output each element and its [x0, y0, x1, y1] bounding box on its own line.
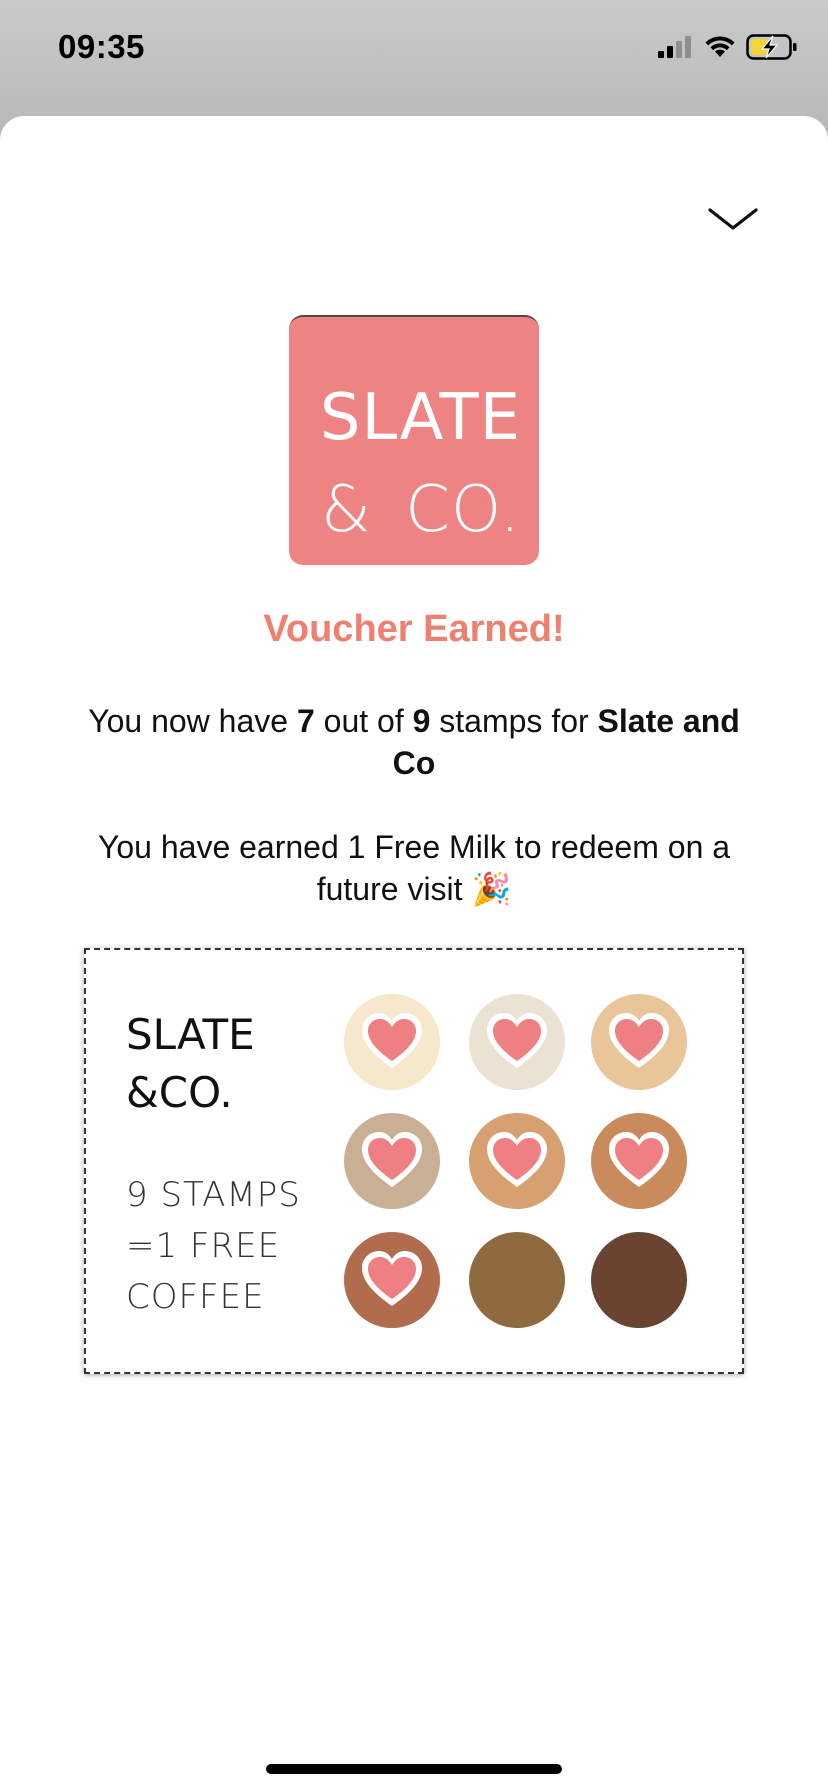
wifi-icon: [704, 35, 736, 63]
heart-icon: [362, 1132, 422, 1187]
heart-icon: [609, 1013, 669, 1068]
heart-icon: [609, 1132, 669, 1187]
stamp-filled: [469, 994, 565, 1090]
stamps-current: 7: [296, 703, 315, 739]
card-rule-line3: COFFEE: [126, 1277, 265, 1317]
status-icons: [658, 34, 798, 64]
stamp-card: SLATE &CO. 9 STAMPS =1 FREE COFFEE: [84, 948, 744, 1374]
party-popper-icon: 🎉: [471, 871, 512, 907]
business-logo: SLATE & CO.: [289, 315, 539, 565]
logo-line1: SLATE: [319, 381, 521, 455]
reward-text: You have earned 1 Free Milk to redeem on…: [97, 829, 731, 907]
chevron-down-icon[interactable]: [702, 200, 764, 240]
msg-prefix: You now have: [88, 703, 297, 739]
msg-middle2: stamps for: [430, 703, 598, 739]
card-rule: 9 STAMPS =1 FREE COFFEE: [126, 1170, 301, 1323]
stamp-empty: [591, 1232, 687, 1328]
card-rule-line2: =1 FREE: [126, 1226, 281, 1266]
card-brand-line2: &CO.: [126, 1068, 233, 1117]
msg-middle1: out of: [314, 703, 413, 739]
heart-icon: [487, 1013, 547, 1068]
reward-message: You have earned 1 Free Milk to redeem on…: [64, 826, 764, 910]
home-indicator: [266, 1764, 562, 1774]
stamp-filled: [344, 994, 440, 1090]
status-bar: 09:35: [0, 0, 828, 110]
card-rule-line1: 9 STAMPS: [126, 1175, 301, 1215]
voucher-headline: Voucher Earned!: [263, 608, 565, 650]
stamp-filled: [591, 994, 687, 1090]
stamp-filled: [469, 1113, 565, 1209]
stamp-empty: [469, 1232, 565, 1328]
stamp-progress-message: You now have 7 out of 9 stamps for Slate…: [64, 700, 764, 784]
screen: 09:35 SLATE & CO. Voucher Earned! You no…: [0, 0, 828, 1792]
signal-icon: [658, 36, 694, 62]
stamp-filled: [344, 1232, 440, 1328]
logo-line2: & CO.: [320, 473, 521, 547]
stamp-filled: [591, 1113, 687, 1209]
heart-icon: [362, 1013, 422, 1068]
stamps-total: 9: [412, 703, 431, 739]
heart-icon: [362, 1251, 422, 1306]
stamp-filled: [344, 1113, 440, 1209]
card-brand: SLATE &CO.: [126, 1006, 255, 1122]
battery-charging-icon: [746, 34, 798, 64]
card-brand-line1: SLATE: [126, 1010, 255, 1059]
status-time: 09:35: [58, 28, 145, 65]
heart-icon: [487, 1132, 547, 1187]
